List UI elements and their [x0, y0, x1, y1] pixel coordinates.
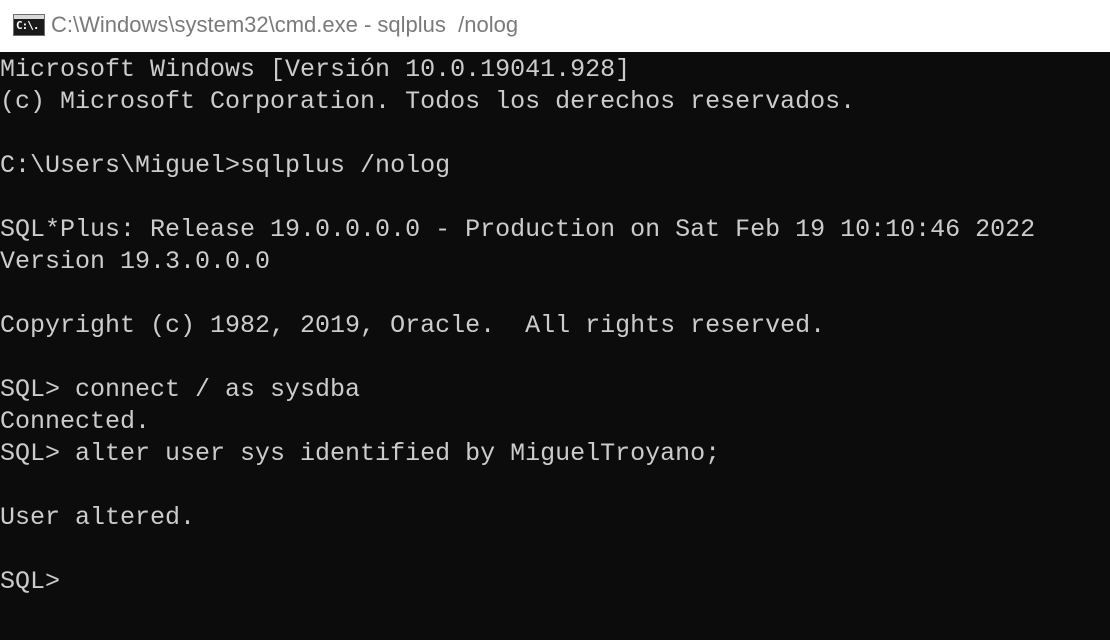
terminal-line: SQL*Plus: Release 19.0.0.0.0 - Productio… — [0, 215, 1036, 244]
terminal-line: Connected. — [0, 407, 151, 436]
terminal-prompt-line[interactable]: SQL> — [0, 566, 1110, 598]
cmd-icon-glyph: C:\. — [16, 19, 39, 32]
title-bar[interactable]: C:\. C:\Windows\system32\cmd.exe - sqlpl… — [0, 0, 1110, 52]
terminal-line: Version 19.3.0.0.0 — [0, 247, 271, 276]
terminal-line: User altered. — [0, 503, 196, 532]
terminal-line: C:\Users\Miguel>sqlplus /nolog — [0, 151, 451, 180]
terminal-line: (c) Microsoft Corporation. Todos los der… — [0, 87, 856, 116]
terminal-output[interactable]: Microsoft Windows [Versión 10.0.19041.92… — [0, 52, 1110, 640]
window-title: C:\Windows\system32\cmd.exe - sqlplus /n… — [51, 12, 519, 37]
terminal-line: Copyright (c) 1982, 2019, Oracle. All ri… — [0, 311, 826, 340]
terminal-line: Microsoft Windows [Versión 10.0.19041.92… — [0, 55, 631, 84]
cmd-window: C:\. C:\Windows\system32\cmd.exe - sqlpl… — [0, 0, 1110, 640]
terminal-line: SQL> connect / as sysdba — [0, 375, 361, 404]
cmd-icon: C:\. — [13, 14, 45, 36]
terminal-line: SQL> alter user sys identified by Miguel… — [0, 439, 721, 468]
